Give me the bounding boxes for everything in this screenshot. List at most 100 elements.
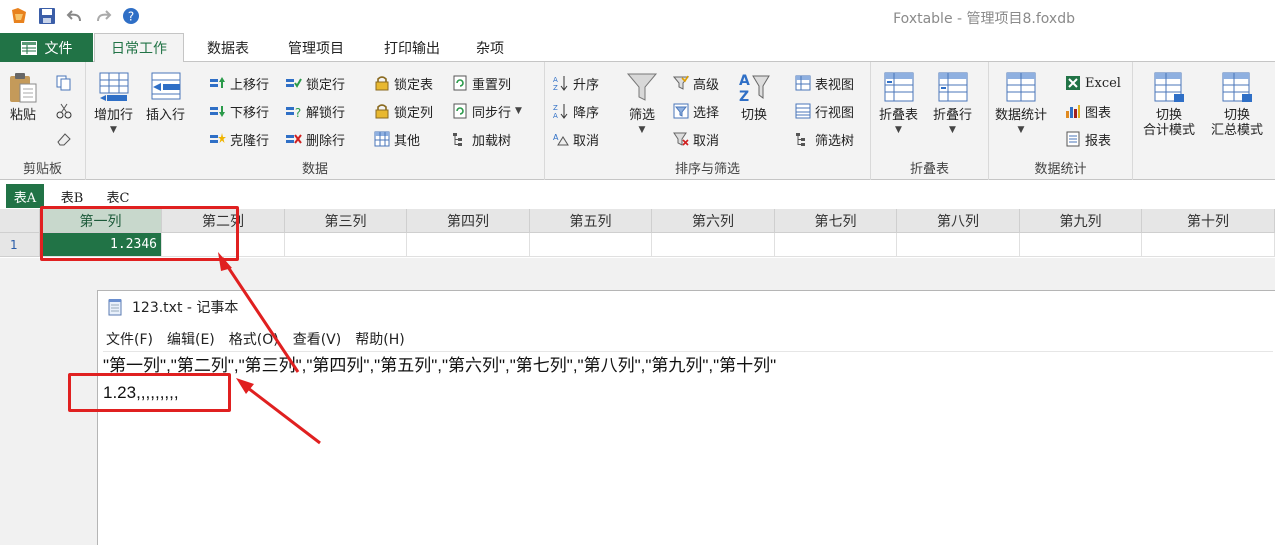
- add-row-button[interactable]: 增加行 ▼: [94, 70, 133, 138]
- move-up-button[interactable]: 上移行: [210, 72, 269, 94]
- paste-button[interactable]: 粘贴: [6, 70, 40, 123]
- fold-table-button[interactable]: 折叠表 ▼: [879, 70, 918, 138]
- fold-row-dropdown-icon[interactable]: ▼: [949, 123, 956, 138]
- switch-filter-button[interactable]: AZ 切换: [737, 70, 771, 123]
- notepad-text-area[interactable]: "第一列","第二列","第三列","第四列","第五列","第六列","第七列…: [103, 351, 1273, 406]
- sheet-tab-b[interactable]: 表B: [54, 184, 90, 208]
- cut-button[interactable]: [56, 100, 72, 122]
- column-header-9[interactable]: 第九列: [1020, 209, 1142, 233]
- tab-data-table[interactable]: 数据表: [192, 33, 264, 62]
- annotation-box-grid-cell: [40, 206, 239, 261]
- row-view-button[interactable]: 行视图: [795, 100, 854, 122]
- cancel-filter-button[interactable]: 取消: [673, 128, 719, 150]
- column-header-7[interactable]: 第七列: [775, 209, 897, 233]
- insert-row-button[interactable]: 插入行: [146, 70, 185, 123]
- table-view-button[interactable]: 表视图: [795, 72, 854, 94]
- filter-button[interactable]: 筛选 ▼: [625, 70, 659, 138]
- menu-format[interactable]: 格式(O): [229, 329, 279, 349]
- switch-summary-mode-button[interactable]: 切换 汇总模式: [1211, 70, 1263, 138]
- ribbon-tab-bar: 文件 日常工作 数据表 管理项目 打印输出 杂项: [0, 33, 1275, 63]
- column-header-6[interactable]: 第六列: [652, 209, 775, 233]
- cell-r1-c6[interactable]: [652, 233, 775, 257]
- notepad-menu-bar: 文件(F) 编辑(E) 格式(O) 查看(V) 帮助(H): [106, 329, 405, 349]
- lock-table-button[interactable]: 锁定表: [374, 72, 433, 94]
- fold-table-label: 折叠表: [879, 108, 919, 123]
- cell-r1-c3[interactable]: [285, 233, 407, 257]
- filter-tree-button[interactable]: 筛选树: [795, 128, 854, 150]
- lock-table-label: 锁定表: [394, 77, 434, 93]
- tab-manage-project[interactable]: 管理项目: [272, 33, 360, 62]
- advanced-filter-button[interactable]: 高级: [673, 72, 719, 94]
- sort-asc-label: 升序: [573, 77, 600, 93]
- chart-button[interactable]: 图表: [1065, 100, 1111, 122]
- group-sort-filter: AZ 升序 ZA 降序 A 取消 筛选 ▼ 高级 选择 取消 AZ 切换 表视图…: [545, 62, 871, 180]
- data-stats-button[interactable]: 数据统计 ▼: [995, 70, 1047, 138]
- column-header-3[interactable]: 第三列: [285, 209, 407, 233]
- tab-misc[interactable]: 杂项: [464, 33, 516, 62]
- unlock-row-button[interactable]: ? 解锁行: [286, 100, 345, 122]
- group-stats-label: 数据统计: [1034, 162, 1087, 177]
- lock-column-label: 锁定列: [394, 105, 434, 121]
- notepad-line-1: "第一列","第二列","第三列","第四列","第五列","第六列","第七列…: [103, 356, 777, 375]
- reset-column-button[interactable]: 重置列: [452, 72, 511, 94]
- notepad-line-2: 1.23,,,,,,,,,: [103, 383, 179, 402]
- cell-r1-c4[interactable]: [407, 233, 530, 257]
- sort-desc-button[interactable]: ZA 降序: [553, 100, 599, 122]
- column-header-4[interactable]: 第四列: [407, 209, 530, 233]
- excel-button[interactable]: Excel: [1065, 72, 1121, 94]
- clone-row-button[interactable]: 克隆行: [210, 128, 269, 150]
- group-clipboard: 粘贴 剪贴板: [0, 62, 86, 180]
- report-label: 报表: [1085, 133, 1112, 149]
- tab-print-output[interactable]: 打印输出: [368, 33, 456, 62]
- grid-corner[interactable]: [0, 209, 40, 233]
- cell-r1-c9[interactable]: [1020, 233, 1142, 257]
- add-row-label: 增加行: [94, 108, 134, 123]
- column-header-5[interactable]: 第五列: [530, 209, 652, 233]
- tab-daily-work[interactable]: 日常工作: [94, 33, 184, 63]
- data-stats-dropdown-icon[interactable]: ▼: [1018, 123, 1025, 138]
- lock-row-button[interactable]: 锁定行: [286, 72, 345, 94]
- advanced-filter-icon: [673, 75, 689, 90]
- switch-total-mode-button[interactable]: 切换 合计模式: [1143, 70, 1195, 138]
- load-tree-button[interactable]: 加载树: [452, 128, 511, 150]
- cancel-filter-label: 取消: [693, 133, 720, 149]
- sheet-tab-a[interactable]: 表A: [6, 184, 44, 208]
- menu-help[interactable]: 帮助(H): [355, 329, 404, 349]
- lock-column-button[interactable]: 锁定列: [374, 100, 433, 122]
- cell-r1-c5[interactable]: [530, 233, 652, 257]
- fold-row-button[interactable]: 折叠行 ▼: [933, 70, 972, 138]
- menu-edit[interactable]: 编辑(E): [167, 329, 215, 349]
- clear-format-button[interactable]: [56, 128, 72, 150]
- other-button[interactable]: 其他: [374, 128, 420, 150]
- move-down-icon: [210, 106, 225, 117]
- sort-asc-button[interactable]: AZ 升序: [553, 72, 599, 94]
- delete-row-button[interactable]: 删除行: [286, 128, 345, 150]
- fold-table-dropdown-icon[interactable]: ▼: [895, 123, 902, 138]
- sync-row-dropdown-icon[interactable]: ▼: [515, 106, 522, 116]
- report-button[interactable]: 报表: [1065, 128, 1111, 150]
- column-header-10[interactable]: 第十列: [1142, 209, 1275, 233]
- table-view-label: 表视图: [815, 77, 855, 93]
- group-sort-filter-label: 排序与筛选: [674, 162, 740, 177]
- row-header-1[interactable]: 1: [0, 233, 40, 257]
- cell-r1-c8[interactable]: [897, 233, 1020, 257]
- copy-button[interactable]: [56, 72, 72, 94]
- sort-cancel-icon: A: [553, 133, 569, 146]
- cell-r1-c10[interactable]: [1142, 233, 1275, 257]
- column-header-8[interactable]: 第八列: [897, 209, 1020, 233]
- tab-file[interactable]: 文件: [0, 33, 93, 62]
- group-switch-modes: 切换 合计模式 切换 汇总模式: [1133, 62, 1275, 180]
- add-row-dropdown-icon[interactable]: ▼: [110, 123, 117, 138]
- notepad-window: 123.txt - 记事本 文件(F) 编辑(E) 格式(O) 查看(V) 帮助…: [97, 290, 1275, 545]
- filter-dropdown-icon[interactable]: ▼: [639, 123, 646, 138]
- move-down-button[interactable]: 下移行: [210, 100, 269, 122]
- sort-cancel-button[interactable]: A 取消: [553, 128, 599, 150]
- sheet-tab-c[interactable]: 表C: [100, 184, 136, 208]
- unlock-row-label: 解锁行: [306, 105, 346, 121]
- unlock-row-icon: ?: [286, 106, 301, 119]
- sync-row-button[interactable]: 同步行 ▼: [452, 100, 522, 122]
- cell-r1-c7[interactable]: [775, 233, 897, 257]
- menu-view[interactable]: 查看(V): [293, 329, 342, 349]
- menu-file[interactable]: 文件(F): [106, 329, 153, 349]
- select-filter-button[interactable]: 选择: [673, 100, 719, 122]
